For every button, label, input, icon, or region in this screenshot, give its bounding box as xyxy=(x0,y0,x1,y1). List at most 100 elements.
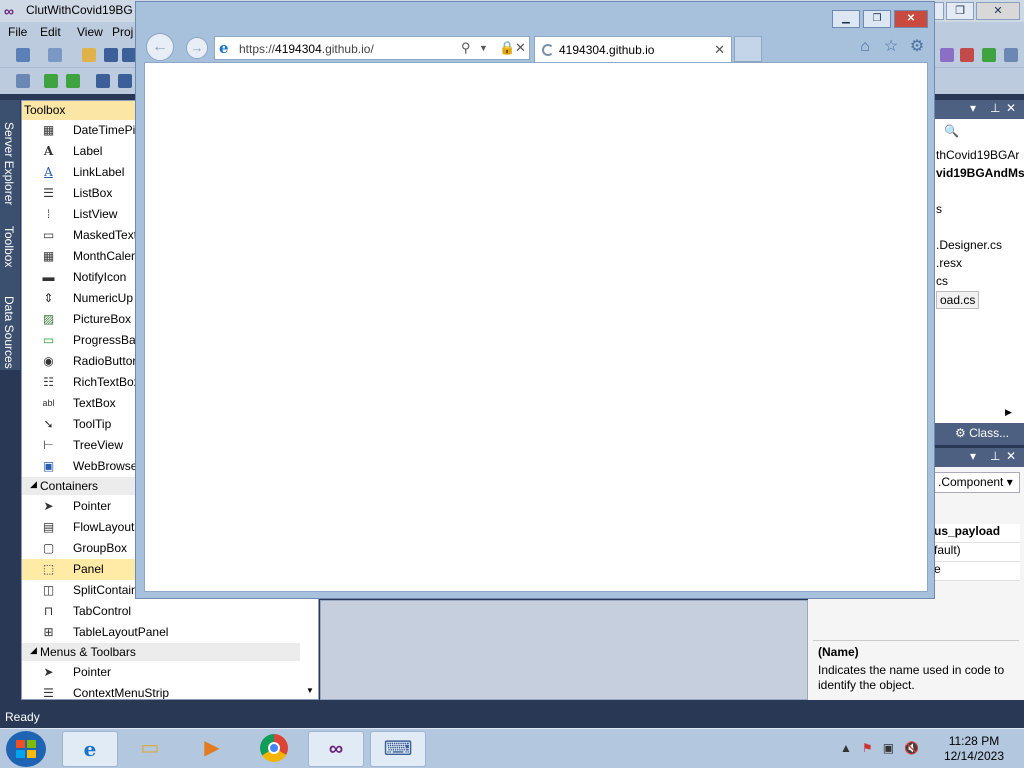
tray-icons: ▲ ⚑ ▣ 🔇 xyxy=(840,741,919,755)
menu-edit[interactable]: Edit xyxy=(40,25,61,39)
pin-icon[interactable]: ⊥ xyxy=(990,449,1000,463)
windows-taskbar: e ▭ ▶ ∞ ⌨ ▲ ⚑ ▣ 🔇 11:28 PM 12/14/2023 xyxy=(0,728,1024,768)
class-view-tab[interactable]: ⚙ Class... xyxy=(955,426,1009,440)
action-center-icon[interactable]: ⚑ xyxy=(862,741,873,755)
solution-item[interactable]: s xyxy=(936,202,942,216)
taskbar-remote-desktop[interactable]: ⌨ xyxy=(370,731,426,767)
toolbox-item-tabcontrol[interactable]: ⊓ TabControl xyxy=(22,601,318,622)
close-icon[interactable]: ✕ xyxy=(1006,101,1016,115)
settings-gear-icon[interactable]: ⚙ xyxy=(908,38,926,56)
progressbar-icon: ▭ xyxy=(42,333,55,347)
browser-page-content[interactable] xyxy=(144,62,928,592)
back-arrow-icon: ← xyxy=(152,38,168,55)
tab-close-icon[interactable]: ✕ xyxy=(714,42,725,58)
label-icon: A xyxy=(43,144,54,158)
dropdown-icon[interactable]: ▾ xyxy=(970,449,976,463)
system-tray: ▲ ⚑ ▣ 🔇 11:28 PM 12/14/2023 xyxy=(840,729,1020,768)
format-icon[interactable] xyxy=(96,74,110,88)
notifyicon-icon: ▬ xyxy=(42,270,55,284)
project-node[interactable]: vid19BGAndMs xyxy=(936,166,1024,180)
tab-title: 4194304.github.io xyxy=(559,43,655,57)
start-button[interactable] xyxy=(6,731,46,767)
align-icon[interactable] xyxy=(16,74,30,88)
address-url[interactable]: https://4194304.github.io/ xyxy=(239,42,374,56)
property-row-name[interactable]: us_payload xyxy=(934,524,1020,543)
toolbox-scroll-down-icon[interactable]: ▼ xyxy=(302,683,318,699)
home-icon[interactable]: ⌂ xyxy=(856,38,874,56)
toolbox-item-contextmenustrip[interactable]: ☰ ContextMenuStrip xyxy=(22,683,318,699)
property-row-value[interactable]: fault) xyxy=(934,543,1020,562)
new-project-icon[interactable] xyxy=(16,48,30,62)
object-selector-combo[interactable]: .Component ▾ xyxy=(934,472,1020,493)
format-b-icon[interactable] xyxy=(118,74,132,88)
pointer-icon: ➤ xyxy=(43,665,54,679)
listbox-icon: ☰ xyxy=(43,186,54,200)
step-over-icon[interactable] xyxy=(66,74,80,88)
browser-tab[interactable]: 4194304.github.io ✕ xyxy=(534,36,732,64)
vs-close-button[interactable]: ✕ xyxy=(976,2,1020,20)
solution-node[interactable]: thCovid19BGAr xyxy=(936,148,1019,162)
search-icon[interactable]: ⚲ xyxy=(461,40,471,56)
property-row-value[interactable]: e xyxy=(934,562,1020,581)
browser-restore-button[interactable]: ❐ xyxy=(863,10,891,28)
toolbox-item-pointer-menus[interactable]: ➤ Pointer xyxy=(22,662,318,683)
toolbox-category-menus-toolbars[interactable]: ◢ Menus & Toolbars xyxy=(22,643,300,661)
scroll-right-icon[interactable]: ▶ xyxy=(1005,407,1012,418)
property-description-box: (Name) Indicates the name used in code t… xyxy=(813,640,1019,698)
browser-window: ▁ ❐ ✕ ← → e https://4194304.github.io/ ⚲… xyxy=(135,1,935,599)
vs-logo-icon: ∞ xyxy=(4,3,14,19)
menu-view[interactable]: View xyxy=(77,25,103,39)
toolbox-tab[interactable]: Toolbox xyxy=(2,226,16,267)
add-item-icon[interactable] xyxy=(48,48,62,62)
selected-file-node[interactable]: oad.cs xyxy=(936,291,980,309)
save-all-icon[interactable] xyxy=(122,48,136,62)
taskbar-internet-explorer[interactable]: e xyxy=(62,731,118,767)
resx-file-node[interactable]: .resx xyxy=(936,256,962,270)
toolbar-icon-d[interactable] xyxy=(1004,48,1018,62)
favorites-star-icon[interactable]: ☆ xyxy=(882,38,900,56)
save-icon[interactable] xyxy=(104,48,118,62)
new-tab-button[interactable] xyxy=(734,36,762,62)
browser-minimize-button[interactable]: ▁ xyxy=(832,10,860,28)
tablelayoutpanel-icon: ⊞ xyxy=(43,625,54,639)
vs-restore-button[interactable]: ❐ xyxy=(946,2,974,20)
network-icon[interactable]: ▣ xyxy=(883,741,894,755)
toolbox-item-tablelayoutpanel[interactable]: ⊞ TableLayoutPanel xyxy=(22,622,318,643)
menu-project[interactable]: Proj xyxy=(112,25,133,39)
taskbar-media-player[interactable]: ▶ xyxy=(184,731,240,767)
forward-button[interactable]: → xyxy=(186,37,208,59)
pointer-icon: ➤ xyxy=(43,499,54,513)
show-hidden-icons-icon[interactable]: ▲ xyxy=(840,741,852,755)
picturebox-icon: ▨ xyxy=(42,312,55,326)
step-icon[interactable] xyxy=(44,74,58,88)
system-clock[interactable]: 11:28 PM 12/14/2023 xyxy=(944,734,1004,764)
groupbox-icon: ▢ xyxy=(42,541,55,555)
menu-file[interactable]: File xyxy=(8,25,27,39)
radiobutton-icon: ◉ xyxy=(43,354,54,368)
toolbar-icon-b[interactable] xyxy=(960,48,974,62)
form-designer-area[interactable] xyxy=(320,600,808,700)
pin-icon[interactable]: ⊥ xyxy=(990,101,1000,115)
search-dropdown-icon[interactable]: ▼ xyxy=(479,43,488,53)
taskbar-file-explorer[interactable]: ▭ xyxy=(122,731,178,767)
dropdown-icon[interactable]: ▾ xyxy=(970,101,976,115)
address-bar[interactable]: e https://4194304.github.io/ ⚲ ▼ 🔒 ✕ xyxy=(214,36,530,60)
data-sources-tab[interactable]: Data Sources xyxy=(2,296,16,369)
designer-file-node[interactable]: .Designer.cs xyxy=(936,238,1002,252)
cs-file-node[interactable]: cs xyxy=(936,274,948,288)
taskbar-chrome[interactable] xyxy=(246,731,302,767)
browser-close-button[interactable]: ✕ xyxy=(894,10,928,28)
toolbar-icon-c[interactable] xyxy=(982,48,996,62)
close-icon[interactable]: ✕ xyxy=(1006,449,1016,463)
clock-time: 11:28 PM xyxy=(948,734,1000,748)
tooltip-icon: ➘ xyxy=(43,417,54,431)
search-solution-icon[interactable]: 🔍 xyxy=(944,124,959,138)
stop-icon[interactable]: ✕ xyxy=(515,40,526,56)
volume-muted-icon[interactable]: 🔇 xyxy=(904,741,919,755)
server-explorer-tab[interactable]: Server Explorer xyxy=(2,122,16,205)
taskbar-visual-studio[interactable]: ∞ xyxy=(308,731,364,767)
open-folder-icon[interactable] xyxy=(82,48,96,62)
back-button[interactable]: ← xyxy=(146,33,174,61)
toolbar-icon-a[interactable] xyxy=(940,48,954,62)
lock-icon[interactable]: 🔒 xyxy=(499,40,515,56)
